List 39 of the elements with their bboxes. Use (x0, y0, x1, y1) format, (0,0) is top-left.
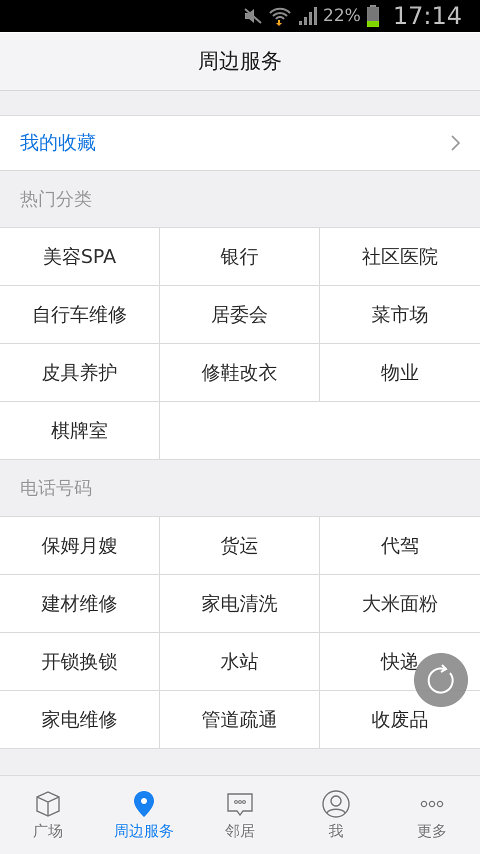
tab[interactable]: 我 (288, 776, 384, 854)
category-cell[interactable]: 银行 (160, 228, 320, 286)
category-cell[interactable]: 美容SPA (0, 228, 160, 286)
category-cell[interactable]: 代驾 (320, 517, 480, 575)
category-cell[interactable]: 管道疏通 (160, 691, 320, 749)
category-cell[interactable]: 修鞋改衣 (160, 344, 320, 402)
category-cell[interactable]: 社区医院 (320, 228, 480, 286)
category-cell[interactable]: 大米面粉 (320, 575, 480, 633)
tab[interactable]: 邻居 (192, 776, 288, 854)
category-cell[interactable]: 自行车维修 (0, 286, 160, 344)
chevron-right-icon (450, 135, 460, 151)
wifi-icon (269, 6, 292, 26)
location-pin-icon (132, 790, 156, 818)
category-cell[interactable]: 居委会 (160, 286, 320, 344)
signal-icon (297, 7, 318, 25)
category-cell[interactable]: 家电维修 (0, 691, 160, 749)
battery-icon (366, 5, 379, 27)
category-cell[interactable]: 建材维修 (0, 575, 160, 633)
category-cell[interactable]: 皮具养护 (0, 344, 160, 402)
category-cell[interactable]: 棋牌室 (0, 402, 160, 460)
tab[interactable]: 广场 (0, 776, 96, 854)
cube-icon (34, 790, 62, 818)
battery-percentage: 22% (323, 6, 361, 26)
category-cell[interactable]: 货运 (160, 517, 320, 575)
tab[interactable]: 更多 (384, 776, 480, 854)
category-cell[interactable]: 菜市场 (320, 286, 480, 344)
section-heading: 热门分类 (20, 188, 92, 211)
person-icon (322, 790, 350, 818)
mute-icon (243, 7, 264, 25)
category-cell[interactable]: 家电清洗 (160, 575, 320, 633)
category-cell[interactable]: 保姆月嫂 (0, 517, 160, 575)
category-cell[interactable]: 水站 (160, 633, 320, 691)
page-title: 周边服务 (198, 48, 282, 75)
clock: 17:14 (392, 2, 462, 30)
category-cell[interactable]: 物业 (320, 344, 480, 402)
category-cell[interactable]: 开锁换锁 (0, 633, 160, 691)
favorites-row[interactable]: 我的收藏 (0, 115, 480, 171)
section-heading: 电话号码 (20, 477, 92, 500)
more-icon (419, 800, 445, 808)
